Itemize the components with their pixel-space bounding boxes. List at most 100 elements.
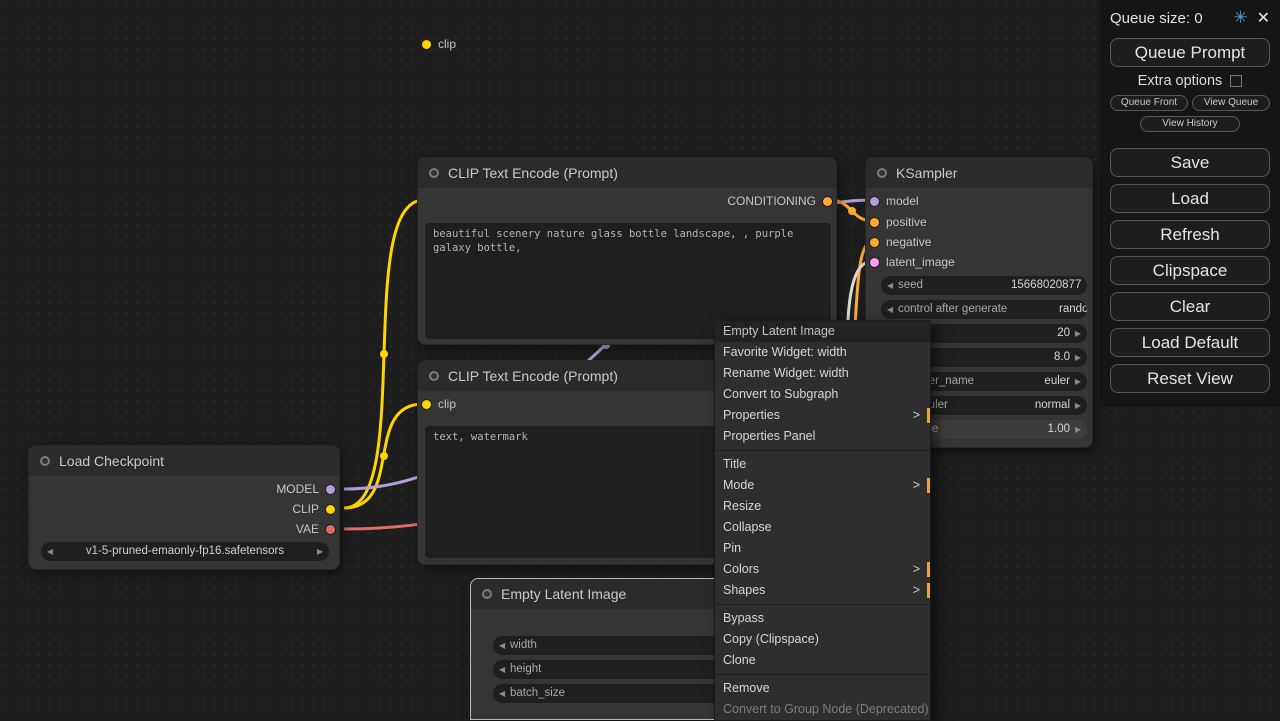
node-collapse-dot[interactable]	[877, 168, 887, 178]
clip-slot-dot[interactable]	[422, 40, 431, 49]
node-clip-text-encode-positive[interactable]: CLIP Text Encode (Prompt) clip CONDITION…	[417, 157, 837, 345]
conditioning-slot-dot[interactable]	[870, 238, 879, 247]
node-collapse-dot[interactable]	[429, 168, 439, 178]
menu-item-label: Mode	[723, 478, 754, 492]
widget-label: seed	[898, 276, 923, 295]
close-icon[interactable]: ✕	[1257, 8, 1270, 28]
ckpt-name-combo-widget[interactable]: ◀ v1-5-pruned-emaonly-fp16.safetensors ▶	[41, 542, 329, 561]
node-collapse-dot[interactable]	[429, 371, 439, 381]
menu-item-shapes[interactable]: Shapes >	[715, 580, 930, 601]
menu-item-title[interactable]: Title	[715, 454, 930, 475]
node-title-bar[interactable]: Load Checkpoint	[29, 446, 339, 476]
model-slot-dot[interactable]	[870, 197, 879, 206]
menu-item-convert-to-subgraph[interactable]: Convert to Subgraph	[715, 384, 930, 405]
menu-item-resize[interactable]: Resize	[715, 496, 930, 517]
conditioning-slot-dot[interactable]	[823, 197, 832, 206]
control-after-generate-widget[interactable]: ◀ control after generate randomize	[881, 300, 1087, 319]
input-slot-clip[interactable]: clip	[422, 37, 456, 51]
queue-prompt-button[interactable]: Queue Prompt	[1110, 38, 1270, 67]
menu-item-properties[interactable]: Properties >	[715, 405, 930, 426]
output-slot-vae[interactable]: VAE	[296, 522, 335, 536]
menu-item-remove[interactable]: Remove	[715, 678, 930, 699]
menu-item-convert-to-group-node[interactable]: Convert to Group Node (Deprecated)	[715, 699, 930, 720]
load-default-button[interactable]: Load Default	[1110, 328, 1270, 357]
clip-slot-dot[interactable]	[326, 505, 335, 514]
menu-item-pin[interactable]: Pin	[715, 538, 930, 559]
menu-separator	[715, 604, 930, 605]
combo-next-icon[interactable]: ▶	[317, 542, 323, 561]
seed-widget[interactable]: ◀ seed 15668020877	[881, 276, 1087, 295]
menu-item-rename-widget[interactable]: Rename Widget: width	[715, 363, 930, 384]
load-button[interactable]: Load	[1110, 184, 1270, 213]
output-slot-model[interactable]: MODEL	[276, 482, 335, 496]
input-slot-negative[interactable]: negative	[870, 235, 931, 249]
widget-label: control after generate	[898, 300, 1007, 319]
combo-prev-icon[interactable]: ◀	[47, 542, 53, 561]
vae-slot-dot[interactable]	[326, 525, 335, 534]
input-slot-model[interactable]: model	[870, 194, 919, 208]
wire-dot	[380, 452, 388, 460]
node-title: Empty Latent Image	[501, 586, 626, 602]
refresh-button[interactable]: Refresh	[1110, 220, 1270, 249]
node-graph-canvas[interactable]: CLIP Text Encode (Prompt) clip CONDITION…	[0, 0, 1280, 720]
input-slot-latent-image[interactable]: latent_image	[870, 255, 955, 269]
reset-view-button[interactable]: Reset View	[1110, 364, 1270, 393]
widget-value: euler	[1044, 372, 1070, 391]
increment-icon[interactable]: ▶	[1075, 420, 1081, 439]
widget-value: normal	[1035, 396, 1070, 415]
slot-label: MODEL	[276, 482, 319, 496]
clip-slot-dot[interactable]	[422, 400, 431, 409]
increment-icon[interactable]: ▶	[1075, 348, 1081, 367]
slot-label: positive	[886, 215, 927, 229]
comfy-menu-panel: Queue size: 0 ✳ ✕ Queue Prompt Extra opt…	[1100, 0, 1280, 407]
decrement-icon[interactable]: ◀	[499, 636, 505, 655]
node-title: Load Checkpoint	[59, 453, 164, 469]
input-slot-positive[interactable]: positive	[870, 215, 927, 229]
decrement-icon[interactable]: ◀	[887, 276, 893, 295]
combo-next-icon[interactable]: ▶	[1075, 396, 1081, 415]
menu-item-mode[interactable]: Mode >	[715, 475, 930, 496]
menu-item-collapse[interactable]: Collapse	[715, 517, 930, 538]
extra-options-label: Extra options	[1138, 73, 1223, 89]
menu-item-label: Shapes	[723, 583, 765, 597]
output-slot-conditioning[interactable]: CONDITIONING	[727, 194, 832, 208]
menu-item-copy-clipspace[interactable]: Copy (Clipspace)	[715, 629, 930, 650]
slot-label: negative	[886, 235, 931, 249]
queue-front-button[interactable]: Queue Front	[1110, 95, 1188, 111]
node-context-menu: Empty Latent Image Favorite Widget: widt…	[714, 320, 931, 721]
node-title: CLIP Text Encode (Prompt)	[448, 368, 618, 384]
wire-dot	[380, 350, 388, 358]
node-title-bar[interactable]: CLIP Text Encode (Prompt)	[418, 158, 836, 188]
menu-item-colors[interactable]: Colors >	[715, 559, 930, 580]
clear-button[interactable]: Clear	[1110, 292, 1270, 321]
output-slot-clip[interactable]: CLIP	[292, 502, 335, 516]
menu-item-clone[interactable]: Clone	[715, 650, 930, 671]
decrement-icon[interactable]: ◀	[499, 660, 505, 679]
settings-gear-icon[interactable]: ✳	[1233, 8, 1247, 28]
combo-next-icon[interactable]: ▶	[1075, 372, 1081, 391]
slot-label: clip	[438, 37, 456, 51]
menu-item-bypass[interactable]: Bypass	[715, 608, 930, 629]
widget-value: 20	[1057, 324, 1070, 343]
save-button[interactable]: Save	[1110, 148, 1270, 177]
clipspace-button[interactable]: Clipspace	[1110, 256, 1270, 285]
increment-icon[interactable]: ▶	[1075, 324, 1081, 343]
menu-item-favorite-widget[interactable]: Favorite Widget: width	[715, 342, 930, 363]
conditioning-slot-dot[interactable]	[870, 218, 879, 227]
context-menu-title: Empty Latent Image	[715, 321, 930, 342]
combo-prev-icon[interactable]: ◀	[887, 300, 893, 319]
menu-item-properties-panel[interactable]: Properties Panel	[715, 426, 930, 447]
extra-options-checkbox[interactable]	[1230, 75, 1242, 87]
model-slot-dot[interactable]	[326, 485, 335, 494]
view-history-button[interactable]: View History	[1140, 116, 1239, 132]
decrement-icon[interactable]: ◀	[499, 684, 505, 703]
node-load-checkpoint[interactable]: Load Checkpoint MODEL CLIP VAE ◀ v1-5-pr…	[28, 445, 340, 570]
node-collapse-dot[interactable]	[40, 456, 50, 466]
node-title-bar[interactable]: KSampler	[866, 158, 1092, 188]
node-collapse-dot[interactable]	[482, 589, 492, 599]
submenu-flag	[927, 562, 930, 577]
latent-slot-dot[interactable]	[870, 258, 879, 267]
menu-item-label: Properties	[723, 408, 780, 422]
input-slot-clip[interactable]: clip	[422, 397, 456, 411]
view-queue-button[interactable]: View Queue	[1192, 95, 1270, 111]
